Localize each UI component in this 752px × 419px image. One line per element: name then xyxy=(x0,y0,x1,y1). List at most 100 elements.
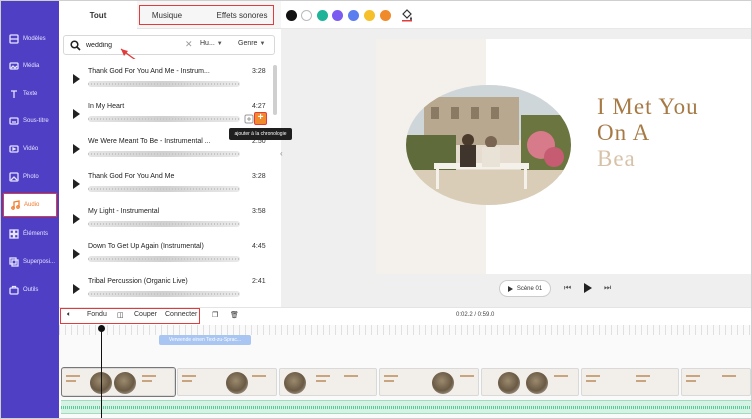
genre-select[interactable]: Genre ▼ xyxy=(238,40,265,47)
scene-label: Scène 01 xyxy=(516,285,543,292)
playhead-handle[interactable] xyxy=(98,325,105,332)
chevron-down-icon: ▼ xyxy=(259,41,266,47)
timeline-clip[interactable] xyxy=(481,368,579,396)
color-swatch[interactable] xyxy=(317,10,328,21)
waveform xyxy=(88,291,240,297)
color-swatch[interactable] xyxy=(332,10,343,21)
sidebar-item-text[interactable]: Texte xyxy=(3,82,57,106)
search-icon xyxy=(70,40,81,51)
sidebar-item-label: Sous-titre xyxy=(23,118,49,124)
track-list: Thank God For You And Me - Instrum... 3:… xyxy=(59,59,281,309)
sidebar-item-label: Texte xyxy=(23,91,38,97)
wedding-photo[interactable] xyxy=(406,85,571,205)
fade-button[interactable]: Fondu xyxy=(87,311,107,318)
sidebar-item-subtitle[interactable]: Sous-titre xyxy=(3,109,57,133)
media-icon xyxy=(9,61,19,71)
play-icon[interactable] xyxy=(73,74,80,84)
timeline-clip[interactable] xyxy=(379,368,479,396)
track-duration: 2:41 xyxy=(252,278,266,285)
play-icon[interactable] xyxy=(73,144,80,154)
track-title: Tribal Percussion (Organic Live) xyxy=(88,278,188,285)
sidebar-item-label: Audio xyxy=(24,202,40,208)
waveform xyxy=(88,81,240,87)
track-duration: 4:27 xyxy=(252,103,266,110)
sidebar-item-overlay[interactable]: Superposi... xyxy=(3,250,57,274)
color-swatch[interactable] xyxy=(348,10,359,21)
sidebar-item-audio[interactable]: Audio xyxy=(3,193,57,217)
sidebar-item-media[interactable]: Média xyxy=(3,54,57,78)
connect-button[interactable]: Connecter xyxy=(165,311,197,318)
sidebar-item-templates[interactable]: Modèles xyxy=(3,27,57,51)
sidebar-item-label: Outils xyxy=(23,287,39,293)
duplicate-icon[interactable]: ❐ xyxy=(212,311,218,319)
color-swatch[interactable] xyxy=(301,10,312,21)
sidebar-item-elements[interactable]: Éléments xyxy=(3,222,57,246)
track-title: My Light - Instrumental xyxy=(88,208,160,215)
timeline-ruler xyxy=(59,325,751,335)
timeline-clip[interactable] xyxy=(681,368,751,396)
track-item[interactable]: Tribal Percussion (Organic Live) 2:41 xyxy=(59,269,273,303)
headline-line-1: I Met You xyxy=(597,94,699,119)
tab-sound-effects[interactable]: Effets sonores xyxy=(207,1,277,29)
scene-play-button[interactable]: Scène 01 xyxy=(499,280,551,297)
text-to-speech-chip[interactable]: Verwende einen Text-zu-Sprac... xyxy=(159,335,251,345)
play-icon xyxy=(507,285,513,292)
track-item[interactable]: My Light - Instrumental 3:58 xyxy=(59,199,273,233)
track-title: Down To Get Up Again (Instrumental) xyxy=(88,243,204,250)
chevron-down-icon: ▼ xyxy=(216,41,223,47)
sidebar-item-video[interactable]: Vidéo xyxy=(3,137,57,161)
tools-icon xyxy=(9,285,19,295)
play-icon[interactable] xyxy=(584,283,592,293)
split-icon[interactable]: ◫ xyxy=(117,311,124,319)
overlay-icon xyxy=(9,257,19,267)
color-swatch[interactable] xyxy=(286,10,297,21)
chevron-left-icon[interactable]: ‹ xyxy=(280,149,287,163)
play-icon[interactable] xyxy=(73,179,80,189)
volume-icon[interactable]: 🔈︎ xyxy=(67,311,71,319)
add-to-timeline-button[interactable]: + xyxy=(254,112,267,125)
timeline-clip[interactable] xyxy=(581,368,679,396)
track-duration: 3:58 xyxy=(252,208,266,215)
headline-text[interactable]: I Met You On A Bea xyxy=(597,94,699,172)
track-title: Thank God For You And Me - Instrum... xyxy=(88,68,210,75)
color-swatch[interactable] xyxy=(380,10,391,21)
elements-icon xyxy=(9,229,19,239)
timeline-clip[interactable] xyxy=(177,368,277,396)
play-icon[interactable] xyxy=(73,109,80,119)
sidebar-item-photo[interactable]: Photo xyxy=(3,165,57,189)
waveform xyxy=(88,256,240,262)
audio-track[interactable] xyxy=(61,400,751,414)
play-icon[interactable] xyxy=(73,249,80,259)
color-swatch[interactable] xyxy=(364,10,375,21)
timeline-clip[interactable] xyxy=(279,368,377,396)
paint-bucket-icon[interactable] xyxy=(400,8,414,22)
trash-icon[interactable]: 🗑︎ xyxy=(230,311,239,319)
close-icon[interactable]: ✕ xyxy=(185,39,193,50)
track-item[interactable]: In My Heart 4:27 xyxy=(59,94,273,128)
audio-tabs: Tout Musique Effets sonores xyxy=(59,1,281,29)
waveform xyxy=(88,221,240,227)
cut-button[interactable]: Couper xyxy=(134,311,157,318)
sidebar-item-label: Éléments xyxy=(23,231,49,237)
track-item[interactable]: Down To Get Up Again (Instrumental) 4:45 xyxy=(59,234,273,268)
skip-forward-icon[interactable]: ⏭ xyxy=(604,283,611,293)
sidebar-item-tools[interactable]: Outils xyxy=(3,278,57,302)
track-duration: 3:28 xyxy=(252,173,266,180)
play-icon[interactable] xyxy=(73,284,80,294)
tab-all[interactable]: Tout xyxy=(59,1,137,29)
tab-music[interactable]: Musique xyxy=(143,1,191,29)
favorite-icon[interactable] xyxy=(244,114,254,124)
track-duration: 3:28 xyxy=(252,68,266,75)
time-readout: 0:02.2 / 0:59.0 xyxy=(456,312,495,318)
playhead[interactable] xyxy=(101,327,102,418)
play-icon[interactable] xyxy=(73,214,80,224)
track-item[interactable]: Thank God For You And Me - Instrum... 3:… xyxy=(59,59,273,93)
sort-select[interactable]: Hu... ▼ xyxy=(200,40,223,47)
skip-back-icon[interactable]: ⏮ xyxy=(564,283,571,293)
sidebar-item-label: Superposi... xyxy=(23,259,56,265)
track-title: In My Heart xyxy=(88,103,125,110)
track-duration: 4:45 xyxy=(252,243,266,250)
track-title: Thank God For You And Me xyxy=(88,173,175,180)
track-item[interactable]: Thank God For You And Me 3:28 xyxy=(59,164,273,198)
scrollbar[interactable] xyxy=(273,65,277,115)
